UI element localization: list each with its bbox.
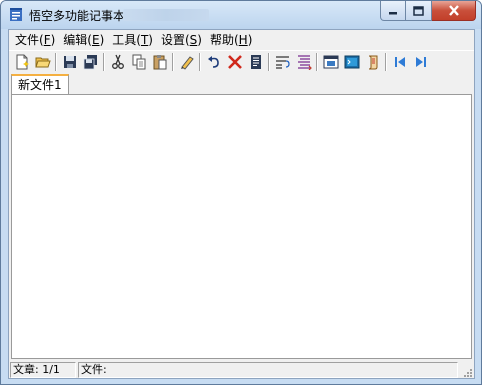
menu-help-accel: H	[238, 33, 248, 47]
next-button[interactable]	[410, 52, 431, 72]
copy-button[interactable]	[128, 52, 149, 72]
close-button[interactable]	[432, 1, 476, 21]
menu-help[interactable]: 帮助(H)	[206, 31, 256, 49]
save-all-button[interactable]	[80, 52, 101, 72]
script-icon	[368, 55, 377, 70]
status-file: 文件:	[78, 362, 458, 378]
window-button[interactable]	[320, 52, 341, 72]
cut-icon	[111, 54, 124, 69]
window-icon	[323, 55, 338, 69]
document-button[interactable]	[245, 52, 266, 72]
toolbar-separator	[55, 53, 57, 71]
notepad-app-icon	[10, 8, 22, 21]
undo-icon	[207, 56, 219, 68]
menu-file-label: 文件(	[15, 33, 44, 47]
word-wrap-button[interactable]	[272, 52, 293, 72]
toolbar-separator	[385, 53, 387, 71]
copy-icon	[132, 54, 145, 70]
undo-button[interactable]	[203, 52, 224, 72]
toolbar	[9, 50, 474, 73]
delete-button[interactable]	[224, 52, 245, 72]
toolbar-separator	[199, 53, 201, 71]
minimize-button[interactable]	[380, 1, 406, 21]
script-button[interactable]	[362, 52, 383, 72]
menu-edit-label: 编辑(	[63, 33, 92, 47]
maximize-icon	[413, 5, 424, 16]
menu-bar: 文件(F) 编辑(E) 工具(T) 设置(S) 帮助(H)	[9, 30, 474, 50]
menu-settings[interactable]: 设置(S)	[157, 31, 206, 49]
menu-file-suffix: )	[50, 33, 56, 47]
open-folder-icon	[34, 57, 51, 68]
new-file-icon	[16, 54, 29, 70]
status-article: 文章: 1/1	[10, 362, 76, 378]
terminal-button[interactable]	[341, 52, 362, 72]
menu-edit[interactable]: 编辑(E)	[59, 31, 108, 49]
open-button[interactable]	[32, 52, 53, 72]
toolbar-separator	[172, 53, 174, 71]
menu-help-suffix: )	[247, 33, 253, 47]
editor-content[interactable]	[12, 95, 471, 358]
minimize-icon	[389, 11, 397, 14]
menu-help-label: 帮助(	[209, 33, 239, 47]
menu-file-accel: F	[43, 33, 51, 47]
cut-button[interactable]	[107, 52, 128, 72]
previous-icon	[394, 57, 405, 67]
save-all-icon	[83, 55, 97, 70]
delete-icon	[227, 55, 242, 69]
menu-tools-label: 工具(	[112, 33, 141, 47]
toolbar-separator	[268, 53, 270, 71]
client-area: 文件(F) 编辑(E) 工具(T) 设置(S) 帮助(H) 新文件1 文章: 1…	[8, 29, 475, 379]
status-bar: 文章: 1/1 文件:	[9, 361, 474, 379]
menu-tools-suffix: )	[148, 33, 153, 47]
tab-new-file-1[interactable]: 新文件1	[11, 74, 69, 95]
terminal-icon	[344, 55, 359, 69]
document-icon	[250, 55, 261, 69]
title-bar[interactable]: 悟空多功能记事本	[1, 1, 481, 29]
menu-settings-label: 设置(	[160, 33, 190, 47]
app-window: 悟空多功能记事本 文件(F) 编辑(E) 工具(T) 设置(S) 帮助(H) 新…	[0, 0, 482, 385]
next-icon	[415, 57, 426, 67]
save-icon	[63, 56, 76, 68]
save-button[interactable]	[59, 52, 80, 72]
menu-edit-suffix: )	[99, 33, 105, 47]
menu-settings-suffix: )	[197, 33, 202, 47]
toolbar-separator	[103, 53, 105, 71]
close-icon	[448, 5, 459, 16]
window-title: 悟空多功能记事本	[29, 9, 126, 23]
paste-icon	[153, 55, 166, 70]
word-wrap-icon	[275, 56, 290, 69]
find-button[interactable]	[176, 52, 197, 72]
line-numbers-button[interactable]	[293, 52, 314, 72]
menu-edit-accel: E	[91, 33, 100, 47]
caption-buttons	[380, 1, 476, 21]
menu-file[interactable]: 文件(F)	[11, 31, 59, 49]
redacted-title-area	[123, 9, 209, 21]
text-editor[interactable]	[11, 94, 472, 359]
toolbar-separator	[316, 53, 318, 71]
line-numbers-icon	[297, 55, 312, 70]
menu-tools[interactable]: 工具(T)	[108, 31, 157, 49]
resize-grip-icon[interactable]	[461, 366, 473, 378]
new-file-button[interactable]	[11, 52, 32, 72]
previous-button[interactable]	[389, 52, 410, 72]
maximize-button[interactable]	[406, 1, 432, 21]
paste-button[interactable]	[149, 52, 170, 72]
tab-bar: 新文件1	[9, 73, 474, 95]
find-icon	[180, 56, 194, 70]
